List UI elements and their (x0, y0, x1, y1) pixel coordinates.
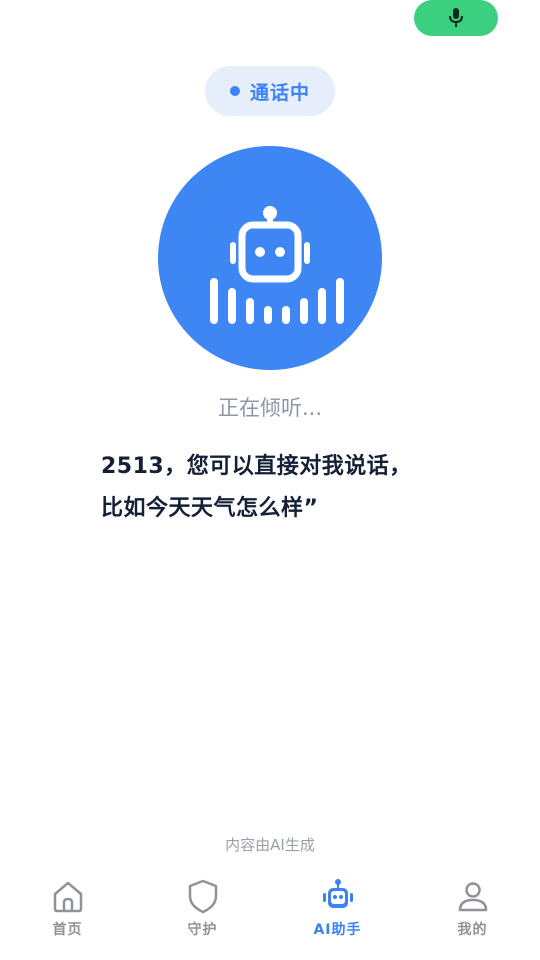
microphone-button[interactable] (414, 0, 498, 36)
prompt-line-1: 2513，您可以直接对我说话， (101, 454, 412, 479)
tab-guard-label: 守护 (187, 922, 218, 938)
tab-home[interactable]: 首页 (0, 870, 135, 960)
voice-assistant-screen: 通话中 正在倾听... 2513，您可以直接对我说话， 比如今天天气怎么样” 内… (0, 0, 540, 960)
tab-ai-assistant[interactable]: AI助手 (270, 870, 405, 960)
shield-icon (188, 879, 217, 914)
assistant-avatar (158, 146, 382, 370)
tab-ai-assistant-label: AI助手 (313, 922, 362, 938)
call-status-label: 通话中 (249, 81, 310, 104)
prompt-line-2: 比如今天天气怎么样” (101, 496, 319, 521)
home-icon (53, 881, 82, 913)
user-icon (458, 882, 487, 912)
robot-voice-icon (210, 206, 344, 324)
call-status-badge: 通话中 (205, 66, 335, 116)
tab-me-label: 我的 (457, 922, 488, 938)
tab-home-label: 首页 (52, 922, 83, 938)
microphone-icon (449, 8, 463, 27)
bottom-tab-bar: 首页 守护 AI助手 我的 (0, 870, 540, 960)
status-dot (229, 86, 240, 96)
tab-guard[interactable]: 守护 (135, 870, 270, 960)
assistant-prompt: 2513，您可以直接对我说话， 比如今天天气怎么样” (101, 446, 461, 530)
listening-status: 正在倾听... (217, 396, 323, 420)
ai-generated-note: 内容由AI生成 (225, 836, 315, 854)
tab-me[interactable]: 我的 (405, 870, 540, 960)
robot-icon (322, 879, 353, 908)
